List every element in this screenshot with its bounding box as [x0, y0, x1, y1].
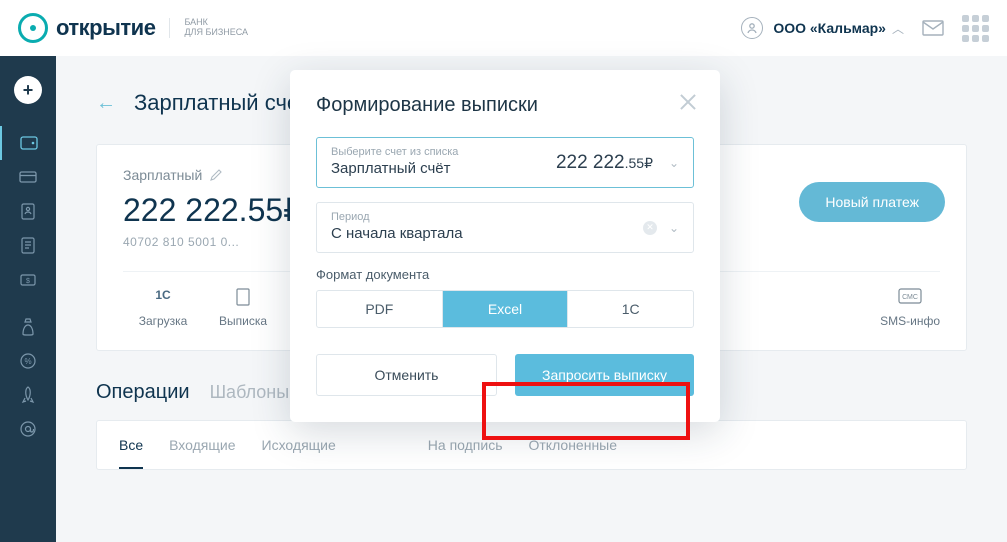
modal-title: Формирование выписки	[316, 94, 694, 117]
period-label: Период	[331, 211, 679, 223]
statement-modal: Формирование выписки Выберите счет из сп…	[290, 70, 720, 422]
modal-overlay: Формирование выписки Выберите счет из сп…	[0, 0, 1007, 542]
period-select-field[interactable]: Период С начала квартала ✕ ⌄	[316, 202, 694, 253]
cancel-button[interactable]: Отменить	[316, 354, 497, 396]
chevron-down-icon: ⌄	[669, 221, 679, 235]
format-excel-button[interactable]: Excel	[442, 291, 568, 327]
period-value: С начала квартала	[331, 225, 679, 242]
format-label: Формат документа	[316, 267, 694, 282]
format-segmented: PDF Excel 1C	[316, 290, 694, 328]
submit-button[interactable]: Запросить выписку	[515, 354, 694, 396]
format-pdf-button[interactable]: PDF	[317, 291, 442, 327]
account-select-amount: 222 222.55₽	[556, 152, 653, 174]
account-select-field[interactable]: Выберите счет из списка Зарплатный счёт …	[316, 137, 694, 188]
clear-icon[interactable]: ✕	[643, 221, 657, 235]
chevron-down-icon: ⌄	[669, 156, 679, 170]
format-1c-button[interactable]: 1C	[567, 291, 693, 327]
close-icon[interactable]	[678, 92, 698, 112]
